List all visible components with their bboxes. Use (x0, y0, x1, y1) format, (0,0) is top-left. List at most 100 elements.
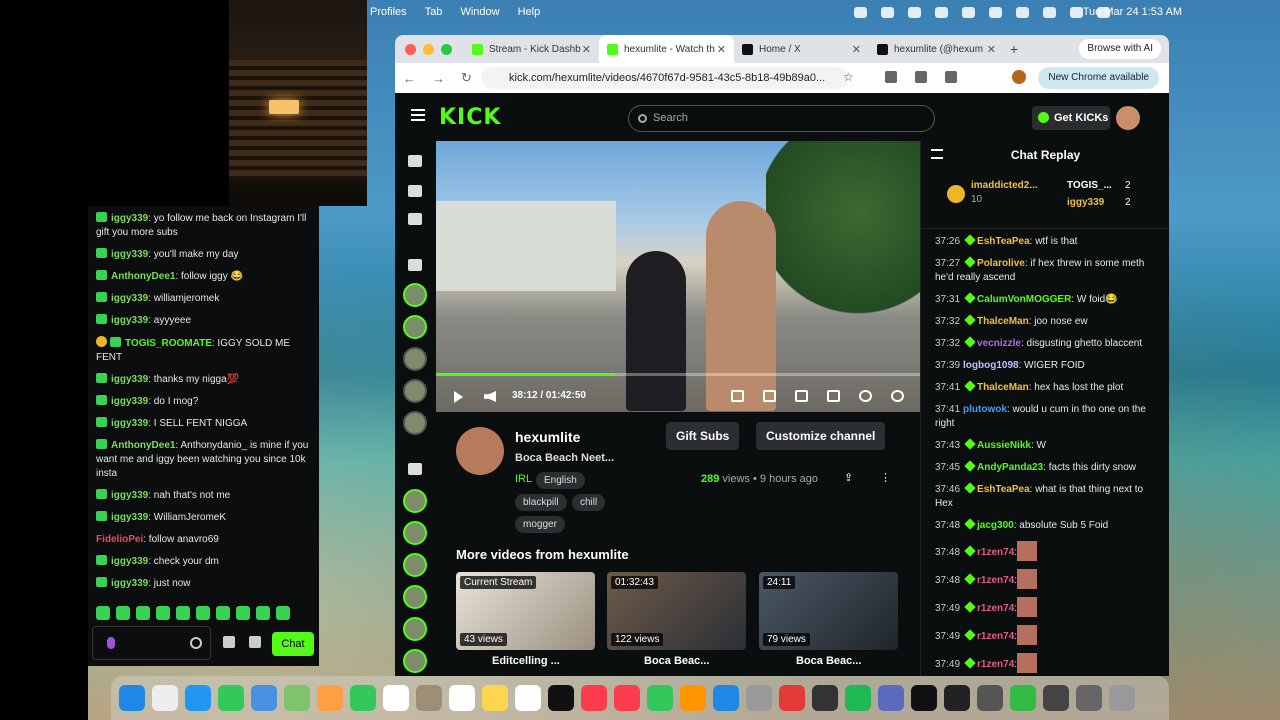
channel-name[interactable]: hexumlite (515, 429, 580, 445)
menu-item[interactable]: Help (518, 6, 541, 18)
chat-username[interactable]: iggy339 (111, 512, 148, 523)
window-thumbnail[interactable] (977, 685, 1003, 711)
emote-icon[interactable] (116, 606, 130, 620)
share-icon[interactable]: ⇪ (844, 471, 853, 484)
minimize-window-button[interactable] (423, 43, 434, 55)
chat-username[interactable]: iggy339 (111, 213, 148, 224)
stream-title[interactable]: Boca Beach Neet... (515, 452, 614, 464)
chat-username[interactable]: iggy339 (111, 249, 148, 260)
microphone-icon[interactable] (107, 637, 115, 649)
tab-x-home[interactable]: Home / X ✕ (734, 35, 869, 63)
clip-icon[interactable] (763, 390, 776, 402)
channel-avatar[interactable] (403, 315, 427, 339)
pip-icon[interactable] (731, 390, 744, 402)
channel-avatar[interactable] (403, 521, 427, 545)
download-icon[interactable] (915, 71, 927, 83)
reading-list-icon[interactable] (945, 71, 957, 83)
app-store-icon[interactable] (713, 685, 739, 711)
leader-user[interactable]: iggy339 (1067, 196, 1104, 210)
user-avatar[interactable] (1116, 106, 1140, 130)
channel-avatar[interactable] (403, 379, 427, 403)
customize-channel-button[interactable]: Customize channel (756, 422, 886, 450)
leader-user[interactable]: TOGIS_... (1067, 179, 1112, 193)
theater-icon[interactable] (795, 390, 808, 402)
gift-subs-button[interactable]: Gift Subs (666, 422, 740, 450)
emote-icon[interactable] (216, 606, 230, 620)
new-chrome-available-button[interactable]: New Chrome available (1038, 67, 1159, 89)
chat-username[interactable]: FidelioPei (96, 534, 143, 545)
replay-username[interactable]: EshTeaPea (977, 236, 1030, 247)
get-kicks-button[interactable]: Get KICKs (1032, 106, 1110, 130)
replay-username[interactable]: ThalceMan (977, 382, 1029, 393)
tag-chill[interactable]: chill (572, 494, 606, 511)
following-icon[interactable] (408, 213, 422, 225)
tag-blackpill[interactable]: blackpill (515, 494, 567, 511)
photos-icon[interactable] (317, 685, 343, 711)
tv-icon[interactable] (548, 685, 574, 711)
video-title[interactable]: Editcelling ... (492, 655, 560, 667)
chat-username[interactable]: AnthonyDee1 (111, 271, 175, 282)
emote-icon[interactable] (256, 606, 270, 620)
maps-icon[interactable] (284, 685, 310, 711)
volume-icon[interactable] (484, 391, 496, 402)
replay-username[interactable]: r1zen74 (977, 547, 1014, 558)
replay-username[interactable]: r1zen74 (977, 575, 1014, 586)
numbers-icon[interactable] (647, 685, 673, 711)
kick-logo[interactable]: KICK (439, 105, 501, 130)
play-icon[interactable] (454, 391, 463, 403)
channel-avatar[interactable] (403, 347, 427, 371)
window-thumbnail[interactable] (1076, 685, 1102, 711)
channel-avatar[interactable] (403, 411, 427, 435)
video-thumbnail[interactable]: 24:11 79 views (759, 572, 898, 650)
status-icon[interactable] (881, 6, 894, 18)
close-tab-icon[interactable]: ✕ (717, 43, 726, 56)
system-settings-icon[interactable] (746, 685, 772, 711)
emote-icon[interactable] (196, 606, 210, 620)
speed-icon[interactable] (859, 390, 872, 402)
search-icon[interactable] (1043, 6, 1056, 18)
replay-username[interactable]: AndyPanda23 (977, 462, 1043, 473)
contacts-icon[interactable] (416, 685, 442, 711)
channel-avatar[interactable] (403, 649, 427, 673)
channel-avatar[interactable] (403, 585, 427, 609)
emote-icon[interactable] (276, 606, 290, 620)
gear-icon[interactable] (249, 636, 261, 648)
profile-avatar[interactable] (1012, 70, 1026, 84)
channel-avatar[interactable] (403, 617, 427, 641)
chat-username[interactable]: iggy339 (111, 315, 148, 326)
menu-item[interactable]: Window (460, 6, 499, 18)
emote-icon[interactable] (136, 606, 150, 620)
chat-username[interactable]: iggy339 (111, 556, 148, 567)
close-tab-icon[interactable]: ✕ (582, 43, 591, 56)
obs-icon[interactable] (944, 685, 970, 711)
zoom-window-button[interactable] (441, 43, 452, 55)
replay-username[interactable]: vecnizzle (977, 338, 1021, 349)
trash-icon[interactable] (1109, 685, 1135, 711)
chat-send-button[interactable]: Chat (272, 632, 314, 656)
chat-username[interactable]: AnthonyDee1 (111, 440, 175, 451)
video-thumbnail[interactable]: Current Stream 43 views (456, 572, 595, 650)
replay-username[interactable]: logbog1098 (963, 360, 1019, 371)
menu-item[interactable]: Tab (425, 6, 443, 18)
music-icon[interactable] (581, 685, 607, 711)
window-thumbnail[interactable] (1010, 685, 1036, 711)
messages-icon[interactable] (218, 685, 244, 711)
calendar-icon[interactable] (383, 685, 409, 711)
replay-username[interactable]: jacg300 (977, 520, 1014, 531)
forward-icon[interactable]: → (432, 71, 445, 86)
chat-username[interactable]: iggy339 (111, 293, 148, 304)
replay-username[interactable]: EshTeaPea (977, 484, 1030, 495)
tab-kick-dashboard[interactable]: Stream - Kick Dashb ✕ (464, 35, 599, 63)
close-tab-icon[interactable]: ✕ (987, 43, 996, 56)
fullscreen-icon[interactable] (827, 390, 840, 402)
replay-username[interactable]: CalumVonMOGGER (977, 294, 1071, 305)
chat-username[interactable]: iggy339 (111, 374, 148, 385)
video-progress-bar[interactable] (436, 373, 920, 376)
emote-icon[interactable] (236, 606, 250, 620)
menu-clock[interactable]: Tue Mar 24 1:53 AM (1083, 6, 1182, 18)
replay-username[interactable]: AussieNikk (977, 440, 1031, 451)
bookmark-star-icon[interactable]: ☆ (843, 70, 854, 84)
safari-icon[interactable] (185, 685, 211, 711)
moon-icon[interactable] (935, 6, 948, 18)
recommended-icon[interactable] (408, 463, 422, 475)
